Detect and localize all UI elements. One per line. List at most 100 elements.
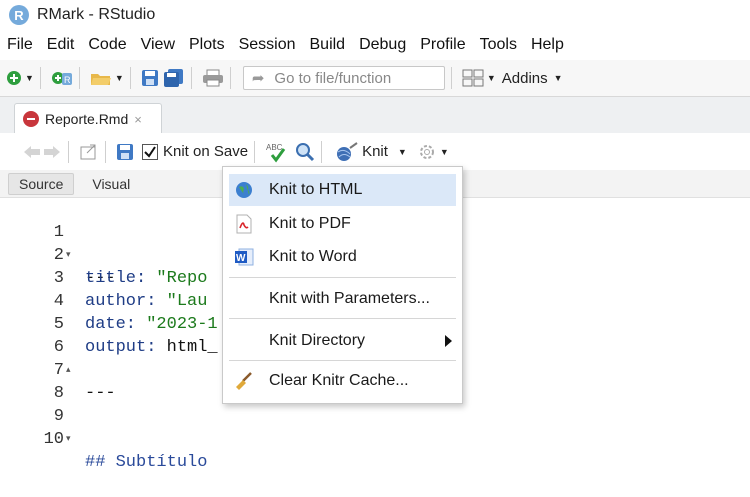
- search-icon: [296, 142, 315, 161]
- new-project-button[interactable]: R: [51, 65, 73, 91]
- toolbar-divider: [190, 67, 192, 89]
- clear-knitr-cache-item[interactable]: Clear Knitr Cache...: [229, 365, 456, 397]
- open-file-button[interactable]: ▼: [90, 65, 124, 91]
- chevron-down-icon: ▼: [25, 73, 34, 83]
- folder-open-icon: [90, 74, 111, 85]
- main-toolbar: ▼ R ▼ ➦ Go to file/function ▼ Addins ▼: [0, 60, 750, 97]
- spellcheck-button[interactable]: ABC: [265, 139, 291, 165]
- toolbar-divider: [229, 67, 231, 89]
- new-file-icon: [7, 71, 21, 85]
- popout-icon: [80, 144, 96, 159]
- window-title: RMark - RStudio: [37, 6, 156, 23]
- svg-text:W: W: [236, 253, 246, 264]
- save-icon: [117, 143, 133, 160]
- menu-edit[interactable]: Edit: [40, 36, 82, 54]
- go-to-file-placeholder: Go to file/function: [274, 69, 392, 87]
- markdown-heading: ## Subtítulo: [85, 453, 208, 472]
- code-line: 10: [0, 405, 750, 449]
- goto-arrow-icon: ➦: [251, 70, 265, 87]
- save-button[interactable]: [141, 65, 159, 91]
- menu-divider: [229, 318, 456, 319]
- show-in-window-button[interactable]: [79, 139, 99, 165]
- knit-directory-item[interactable]: Knit Directory: [229, 325, 456, 357]
- knit-directory-label: Knit Directory: [269, 332, 366, 349]
- knit-with-parameters-label: Knit with Parameters...: [269, 290, 430, 307]
- save-icon: [141, 70, 158, 86]
- menu-bar: File Edit Code View Plots Session Build …: [0, 30, 750, 60]
- menu-profile[interactable]: Profile: [413, 36, 472, 54]
- submenu-arrow-icon: [445, 335, 452, 347]
- settings-button[interactable]: ▼: [417, 139, 449, 165]
- menu-tools[interactable]: Tools: [473, 36, 524, 54]
- knit-label: Knit: [362, 143, 388, 160]
- menu-help[interactable]: Help: [524, 36, 571, 54]
- menu-divider: [229, 360, 456, 361]
- svg-text:ABC: ABC: [266, 143, 283, 152]
- menu-file[interactable]: File: [0, 36, 40, 54]
- line-number: 10: [43, 430, 64, 449]
- tab-label: Reporte.Rmd: [45, 111, 129, 127]
- printer-icon: [202, 69, 223, 87]
- globe-icon: [233, 179, 255, 201]
- knit-to-pdf-label: Knit to PDF: [269, 215, 351, 232]
- spellcheck-icon: ABC: [266, 143, 286, 162]
- checkbox-checked-icon: [142, 143, 158, 160]
- knit-dropdown-menu: Knit to HTML Knit to PDF W Knit to Word …: [222, 166, 463, 404]
- pane-layout-button[interactable]: ▼: [462, 65, 496, 91]
- chevron-down-icon: ▼: [397, 146, 407, 157]
- toolbar-divider: [78, 67, 80, 89]
- toolbar-divider: [254, 140, 256, 163]
- new-file-button[interactable]: ▼: [6, 65, 34, 91]
- knit-to-word-item[interactable]: W Knit to Word: [229, 241, 456, 273]
- broom-icon: [233, 370, 255, 392]
- back-button[interactable]: [22, 139, 42, 165]
- addins-label: Addins: [501, 69, 548, 87]
- chevron-down-icon: ▼: [439, 146, 449, 157]
- knit-to-pdf-item[interactable]: Knit to PDF: [229, 208, 456, 240]
- menu-session[interactable]: Session: [232, 36, 303, 54]
- close-icon[interactable]: ×: [134, 112, 142, 127]
- save-all-icon: [163, 69, 183, 87]
- chevron-down-icon: ▼: [553, 73, 563, 83]
- menu-debug[interactable]: Debug: [352, 36, 413, 54]
- rstudio-app-icon: R: [9, 5, 29, 25]
- new-project-icon: R: [51, 72, 72, 85]
- pdf-icon: [233, 213, 255, 235]
- word-icon: W: [233, 246, 255, 268]
- menu-code[interactable]: Code: [81, 36, 133, 54]
- forward-button[interactable]: [42, 139, 62, 165]
- knit-on-save-label: Knit on Save: [163, 143, 249, 160]
- menu-view[interactable]: View: [134, 36, 182, 54]
- knit-with-parameters-item[interactable]: Knit with Parameters...: [229, 283, 456, 315]
- toolbar-divider: [321, 140, 323, 163]
- fold-arrow-icon[interactable]: ▾: [66, 428, 71, 451]
- gear-icon: [419, 144, 434, 159]
- arrow-right-icon: [44, 145, 60, 158]
- knit-to-html-item[interactable]: Knit to HTML: [229, 174, 456, 206]
- arrow-left-icon: [24, 145, 40, 158]
- addins-button[interactable]: Addins ▼: [502, 70, 563, 87]
- source-mode-button[interactable]: Source: [8, 172, 75, 195]
- save-doc-button[interactable]: [116, 139, 134, 165]
- knit-button[interactable]: Knit ▼: [332, 139, 407, 165]
- knit-to-word-label: Knit to Word: [269, 248, 357, 265]
- menu-divider: [229, 277, 456, 278]
- toolbar-divider: [129, 67, 131, 89]
- toolbar-divider: [105, 140, 106, 163]
- tab-reporte-rmd[interactable]: Reporte.Rmd ×: [14, 103, 162, 134]
- grid-icon: [462, 69, 484, 87]
- menu-plots[interactable]: Plots: [182, 36, 232, 54]
- visual-mode-button[interactable]: Visual: [82, 174, 140, 194]
- menu-build[interactable]: Build: [303, 36, 353, 54]
- toolbar-divider: [39, 67, 41, 89]
- find-replace-button[interactable]: [295, 139, 315, 165]
- toolbar-divider: [450, 67, 452, 89]
- print-button[interactable]: [202, 65, 224, 91]
- save-all-button[interactable]: [163, 65, 185, 91]
- rmarkdown-file-icon: [23, 111, 39, 127]
- svg-text:R: R: [64, 75, 71, 85]
- knit-on-save-checkbox[interactable]: Knit on Save: [142, 139, 248, 165]
- go-to-file-input[interactable]: ➦ Go to file/function: [242, 66, 445, 90]
- editor-tab-strip: Reporte.Rmd ×: [0, 97, 750, 134]
- knit-to-html-label: Knit to HTML: [269, 181, 363, 198]
